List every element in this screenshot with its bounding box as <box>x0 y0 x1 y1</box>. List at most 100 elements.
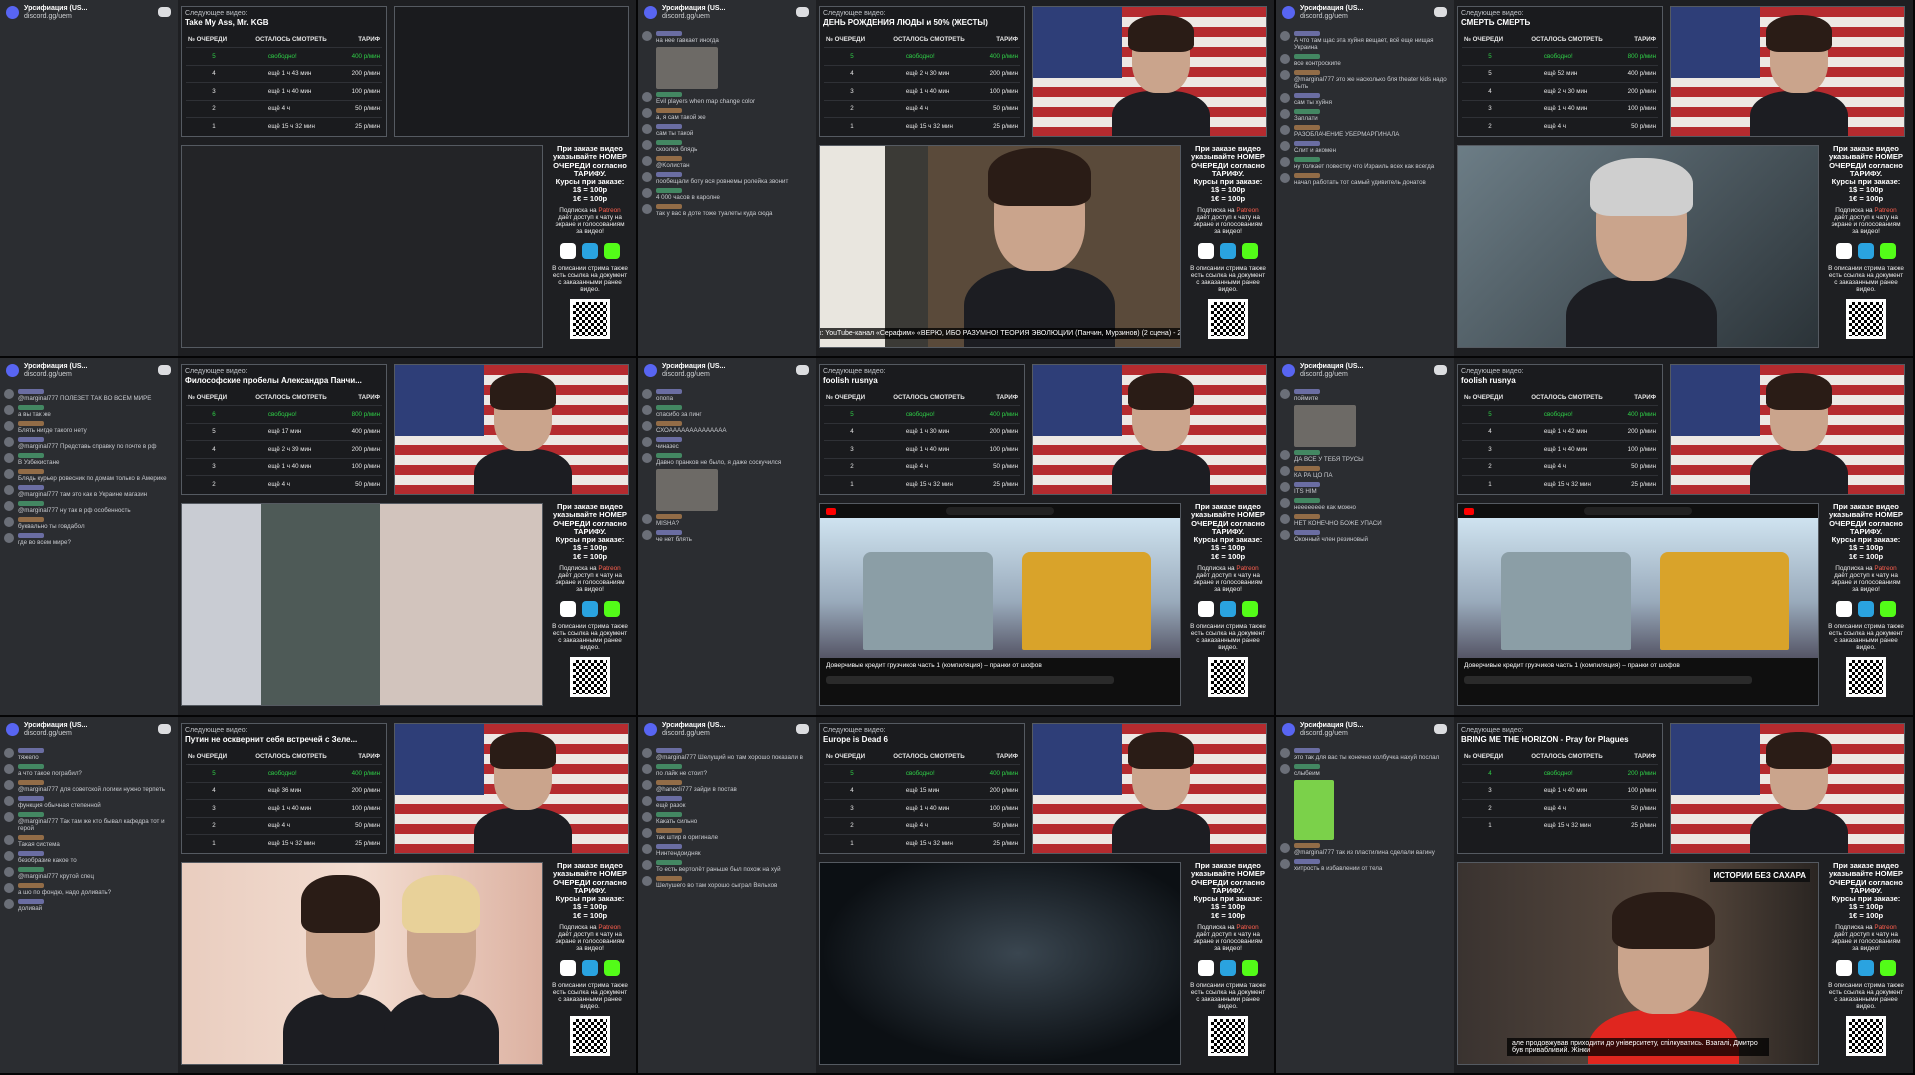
info-line: есть ссылка на документ <box>1190 989 1266 997</box>
queue-remaining: ещё 1 ч 40 мин <box>267 87 312 95</box>
server-avatar <box>6 364 19 377</box>
user-avatar <box>642 437 652 447</box>
info-line: за видео! <box>1852 945 1880 953</box>
info-line: В описании стрима также <box>1190 265 1266 273</box>
patreon-link[interactable]: Patreon <box>1236 565 1258 572</box>
kick-icon[interactable] <box>1242 601 1258 618</box>
username <box>656 764 682 769</box>
telegram-icon[interactable] <box>1220 960 1236 977</box>
telegram-icon[interactable] <box>1858 960 1874 977</box>
chat-image <box>1294 405 1356 447</box>
server-invite: discord.gg/uem <box>24 371 72 378</box>
queue-tariff: 100 р/мин <box>351 463 380 471</box>
queue-number: 1 <box>1488 822 1492 830</box>
message-content: ДА ВСЕ У ТЕБЯ ТРУСЫ <box>1294 450 1450 463</box>
telegram-icon[interactable] <box>1858 243 1874 260</box>
username <box>18 883 44 888</box>
queue-remaining: ещё 1 ч 40 мин <box>1543 105 1588 113</box>
chat-message: То есть вертолёт раньше был похож на хуй <box>642 860 812 873</box>
patreon-icon[interactable] <box>560 243 576 260</box>
queue-header-cell: ОСТАЛОСЬ СМОТРЕТЬ <box>255 36 327 43</box>
patreon-icon[interactable] <box>1198 601 1214 618</box>
telegram-icon[interactable] <box>582 960 598 977</box>
truck-right <box>1021 552 1152 650</box>
kick-icon[interactable] <box>1880 243 1896 260</box>
user-avatar <box>642 124 652 134</box>
chat-message: @hanecli777 зайди в постав <box>642 780 812 793</box>
streamer-body <box>1750 807 1849 853</box>
message-content: Нинтендоидняк <box>656 844 812 857</box>
patreon-link[interactable]: Patreon <box>598 207 620 214</box>
queue-header: № ОЧЕРЕДИ ОСТАЛОСЬ СМОТРЕТЬ ТАРИФ <box>186 392 382 406</box>
kick-icon[interactable] <box>604 960 620 977</box>
patreon-icon[interactable] <box>1836 601 1852 618</box>
info-line: даёт доступ к чату на <box>1196 572 1260 580</box>
chat-messages <box>0 26 178 30</box>
youtube-search-input[interactable] <box>1584 507 1692 515</box>
patreon-icon[interactable] <box>1198 243 1214 260</box>
person-body <box>282 993 398 1064</box>
truck-left <box>1501 552 1631 650</box>
queue-tariff: 400 р/мин <box>989 410 1018 418</box>
patreon-link[interactable]: Patreon <box>1236 924 1258 931</box>
username <box>18 748 44 753</box>
flag-union <box>395 365 484 436</box>
queue-tariff: 200 р/мин <box>351 787 380 795</box>
patreon-icon[interactable] <box>1836 243 1852 260</box>
patreon-line: Подписка на Patreon <box>546 207 634 214</box>
chat-header: Урсифиация (US... discord.gg/uem <box>638 358 816 384</box>
patreon-link[interactable]: Patreon <box>1874 565 1896 572</box>
chat-message: скоолка блядь <box>642 140 812 153</box>
patreon-icon[interactable] <box>560 960 576 977</box>
kick-icon[interactable] <box>1880 601 1896 618</box>
queue-remaining: ещё 4 ч <box>267 480 290 488</box>
discord-icon <box>158 7 171 17</box>
queue-remaining: ещё 1 ч 43 мин <box>267 70 312 78</box>
video-caption: Источник: YouTube-канал «Серафим» «ВЕРЮ,… <box>820 328 1180 339</box>
telegram-icon[interactable] <box>582 601 598 618</box>
username <box>1294 450 1320 455</box>
user-avatar <box>1280 748 1290 758</box>
patreon-prefix: Подписка на <box>1835 565 1873 573</box>
patreon-link[interactable]: Patreon <box>1874 924 1896 931</box>
queue-row: 4 ещё 36 мин 200 р/мин <box>186 782 382 800</box>
chat-panel: Урсифиация (US... discord.gg/uem @marginal… <box>0 358 178 715</box>
message-text: @marginal777 Так там же кто бывал кафедр… <box>18 818 165 832</box>
telegram-icon[interactable] <box>1220 243 1236 260</box>
kick-icon[interactable] <box>1242 960 1258 977</box>
youtube-search-input[interactable] <box>946 507 1054 515</box>
queue-remaining: ещё 17 мин <box>267 428 302 436</box>
patreon-icon[interactable] <box>1836 960 1852 977</box>
telegram-icon[interactable] <box>582 243 598 260</box>
message-text: @marginal777 ПОЛЕЗЕТ ТАК ВО ВСЕМ МИРЕ <box>18 395 152 402</box>
patreon-link[interactable]: Patreon <box>598 565 620 572</box>
patreon-link[interactable]: Patreon <box>1874 207 1896 214</box>
kick-icon[interactable] <box>604 601 620 618</box>
kick-icon[interactable] <box>1880 960 1896 977</box>
telegram-icon[interactable] <box>1220 601 1236 618</box>
patreon-link[interactable]: Patreon <box>1236 207 1258 214</box>
info-line: есть ссылка на документ <box>552 989 628 997</box>
message-content: Блядь курьер ровесник по домам только в … <box>18 469 174 482</box>
queue-tariff: 25 р/мин <box>993 480 1018 488</box>
kick-icon[interactable] <box>604 243 620 260</box>
streamer-body <box>1750 90 1849 136</box>
username <box>1294 31 1320 36</box>
telegram-icon[interactable] <box>1858 601 1874 618</box>
message-text: так штир в оригинале <box>656 834 719 841</box>
queue-row: 1 ещё 15 ч 32 мин 25 р/мин <box>824 834 1020 852</box>
message-content: 4 000 часов в каролне <box>656 188 812 201</box>
patreon-icon[interactable] <box>1198 960 1214 977</box>
discord-icon <box>158 365 171 375</box>
patreon-icon[interactable] <box>560 601 576 618</box>
username <box>656 92 682 97</box>
video-person <box>383 875 499 1064</box>
user-avatar <box>4 469 14 479</box>
streamer-hair <box>1127 732 1195 769</box>
info-line: экране и голосованиям <box>1831 579 1901 587</box>
order-info: При заказе видео указывайте НОМЕР ОЧЕРЕДИ … <box>1184 861 1272 1070</box>
kick-icon[interactable] <box>1242 243 1258 260</box>
patreon-line: Подписка на Patreon <box>1822 924 1910 931</box>
patreon-link[interactable]: Patreon <box>598 924 620 931</box>
username <box>656 812 682 817</box>
